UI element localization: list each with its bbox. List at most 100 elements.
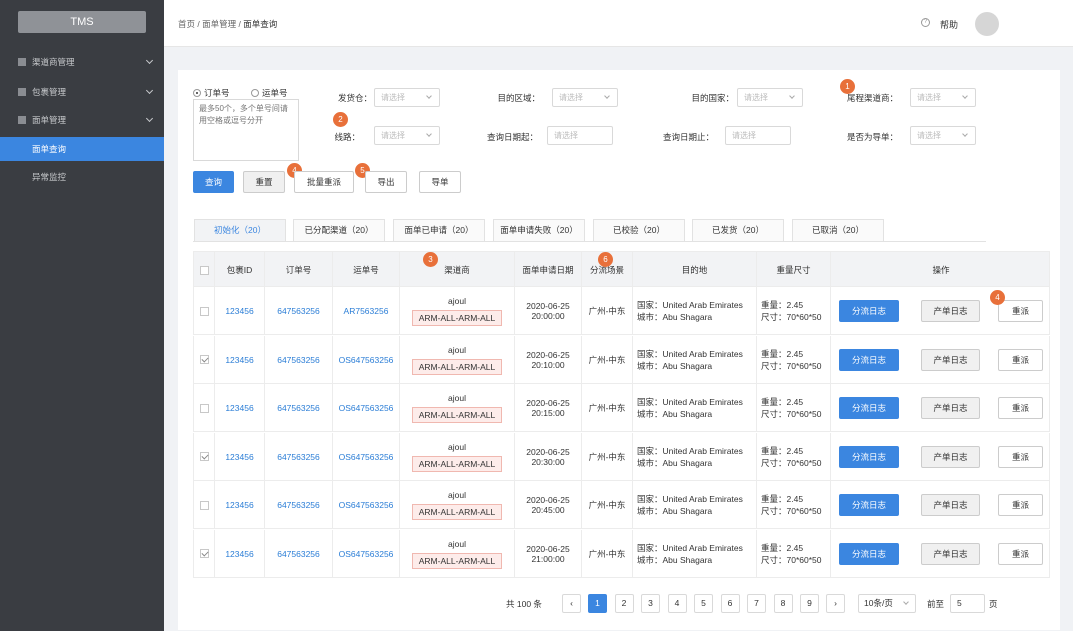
row-checkbox[interactable] bbox=[199, 452, 209, 461]
tab-channel-assigned[interactable]: 已分配渠道（20） bbox=[293, 219, 385, 242]
sidebar-item-exception-monitor[interactable]: 异常监控 bbox=[0, 165, 164, 189]
region-select[interactable]: 请选择 bbox=[552, 88, 618, 107]
order-no-link[interactable]: 647563256 bbox=[265, 481, 333, 529]
goto-page-input[interactable]: 5 bbox=[950, 594, 985, 613]
order-numbers-textarea[interactable] bbox=[193, 99, 299, 161]
retry-button[interactable]: 重派 bbox=[998, 348, 1043, 371]
order-no-link[interactable]: 647563256 bbox=[265, 287, 333, 335]
sidebar-item-package[interactable]: 包裹管理 bbox=[0, 80, 164, 104]
production-log-button[interactable]: 产单日志 bbox=[921, 494, 980, 516]
is-export-select[interactable]: 请选择 bbox=[910, 126, 976, 145]
tab-cancelled[interactable]: 已取消（20） bbox=[792, 219, 884, 242]
routing-log-button[interactable]: 分流日志 bbox=[839, 397, 899, 419]
order-no-link[interactable]: 647563256 bbox=[265, 335, 333, 384]
package-id-link[interactable]: 123456 bbox=[215, 432, 265, 481]
batch-retry-button[interactable]: 批量重派 bbox=[294, 171, 354, 193]
production-log-button[interactable]: 产单日志 bbox=[921, 445, 980, 468]
last-mile-select[interactable]: 请选择 bbox=[910, 88, 976, 107]
production-log-button[interactable]: 产单日志 bbox=[921, 348, 980, 371]
waybill-no-link[interactable]: OS647563256 bbox=[333, 529, 400, 578]
import-button[interactable]: 导单 bbox=[419, 171, 461, 193]
page-button[interactable]: 6 bbox=[720, 594, 740, 613]
package-id-link[interactable]: 123456 bbox=[215, 529, 265, 578]
date-to-input[interactable]: 请选择 bbox=[725, 126, 791, 145]
date-from-input[interactable]: 请选择 bbox=[547, 126, 613, 145]
page-button[interactable]: 4 bbox=[667, 594, 687, 613]
waybill-no-link[interactable]: OS647563256 bbox=[333, 432, 400, 481]
package-id-link[interactable]: 123456 bbox=[215, 335, 265, 384]
routing-log-button[interactable]: 分流日志 bbox=[839, 348, 899, 371]
breadcrumb-home[interactable]: 首页 bbox=[178, 19, 195, 29]
routing-log-button[interactable]: 分流日志 bbox=[839, 542, 899, 565]
page-button[interactable]: 8 bbox=[773, 594, 793, 613]
select-all-checkbox[interactable] bbox=[199, 265, 209, 275]
sidebar-item-label-query[interactable]: 面单查询 bbox=[0, 137, 164, 161]
retry-button[interactable]: 重派 bbox=[998, 445, 1043, 468]
prev-page-button[interactable]: ‹ bbox=[562, 594, 581, 613]
waybill-no-link[interactable]: OS647563256 bbox=[333, 384, 400, 432]
row-checkbox[interactable] bbox=[199, 500, 209, 510]
country-select[interactable]: 请选择 bbox=[737, 88, 803, 107]
order-no-link[interactable]: 647563256 bbox=[265, 529, 333, 578]
next-page-button[interactable]: › bbox=[826, 594, 845, 613]
scene-cell: 广州-中东 bbox=[582, 384, 633, 432]
production-log-button[interactable]: 产单日志 bbox=[921, 397, 980, 419]
route-select[interactable]: 请选择 bbox=[374, 126, 440, 145]
routing-log-button[interactable]: 分流日志 bbox=[839, 494, 899, 516]
radio-order-no[interactable]: 订单号 bbox=[193, 87, 230, 99]
retry-button[interactable]: 重派 bbox=[998, 397, 1043, 419]
row-checkbox[interactable] bbox=[199, 306, 209, 316]
page-button[interactable]: 3 bbox=[641, 594, 660, 613]
routing-log-button[interactable]: 分流日志 bbox=[839, 300, 899, 322]
tab-label-applied[interactable]: 面单已申请（20） bbox=[393, 219, 485, 242]
retry-button[interactable]: 重派 bbox=[998, 542, 1043, 565]
order-no-link[interactable]: 647563256 bbox=[265, 432, 333, 481]
sidebar-item-label-mgmt[interactable]: 面单管理 bbox=[0, 108, 164, 132]
row-checkbox[interactable] bbox=[199, 355, 209, 364]
retry-button[interactable]: 重派 bbox=[998, 300, 1043, 322]
chevron-down-icon bbox=[962, 93, 968, 99]
avatar[interactable] bbox=[975, 12, 999, 36]
production-log-button[interactable]: 产单日志 bbox=[921, 542, 980, 565]
tab-initialized[interactable]: 初始化（20） bbox=[194, 219, 286, 242]
tab-label-failed[interactable]: 面单申请失败（20） bbox=[493, 219, 585, 242]
select-placeholder: 请选择 bbox=[381, 93, 405, 102]
size: 尺寸：70*60*50 bbox=[761, 409, 822, 419]
row-checkbox[interactable] bbox=[199, 549, 209, 558]
row-select-cell bbox=[194, 432, 215, 481]
page-button[interactable]: 7 bbox=[747, 594, 766, 613]
query-button[interactable]: 查询 bbox=[193, 171, 234, 193]
tab-verified[interactable]: 已校验（20） bbox=[593, 219, 685, 242]
package-id-link[interactable]: 123456 bbox=[215, 287, 265, 335]
page-button[interactable]: 1 bbox=[588, 594, 607, 613]
sidebar-item-channel[interactable]: 渠道商管理 bbox=[0, 50, 164, 74]
size: 尺寸：70*60*50 bbox=[761, 457, 822, 468]
page-size-select[interactable]: 10条/页 bbox=[858, 594, 916, 613]
production-log-button[interactable]: 产单日志 bbox=[921, 300, 980, 322]
reset-button[interactable]: 重置 bbox=[243, 171, 285, 193]
help-icon[interactable]: ? bbox=[921, 18, 930, 27]
breadcrumb-mid[interactable]: 面单管理 bbox=[202, 19, 236, 29]
radio-waybill-no[interactable]: 运单号 bbox=[251, 87, 288, 99]
package-id-link[interactable]: 123456 bbox=[215, 481, 265, 529]
vendor-cell: ajoul ARM-ALL-ARM-ALL bbox=[400, 529, 515, 578]
tab-shipped[interactable]: 已发货（20） bbox=[692, 219, 784, 242]
page-button[interactable]: 5 bbox=[694, 594, 713, 613]
app-logo: TMS bbox=[18, 11, 146, 33]
weight-size-cell: 重量：2.45 尺寸：70*60*50 bbox=[757, 384, 831, 432]
package-id-link[interactable]: 123456 bbox=[215, 384, 265, 432]
page-button[interactable]: 2 bbox=[614, 594, 634, 613]
waybill-no-link[interactable]: AR7563256 bbox=[333, 287, 400, 335]
order-no-link[interactable]: 647563256 bbox=[265, 384, 333, 432]
waybill-no-link[interactable]: OS647563256 bbox=[333, 335, 400, 384]
help-link[interactable]: 帮助 bbox=[940, 18, 958, 31]
annotation-badge: 4 bbox=[990, 290, 1005, 305]
export-button[interactable]: 导出 bbox=[365, 171, 407, 193]
warehouse-select[interactable]: 请选择 bbox=[374, 88, 440, 107]
routing-log-button[interactable]: 分流日志 bbox=[839, 445, 899, 468]
select-placeholder: 请选择 bbox=[381, 131, 405, 140]
retry-button[interactable]: 重派 bbox=[998, 494, 1043, 516]
waybill-no-link[interactable]: OS647563256 bbox=[333, 481, 400, 529]
page-button[interactable]: 9 bbox=[800, 594, 819, 613]
row-checkbox[interactable] bbox=[199, 403, 209, 413]
